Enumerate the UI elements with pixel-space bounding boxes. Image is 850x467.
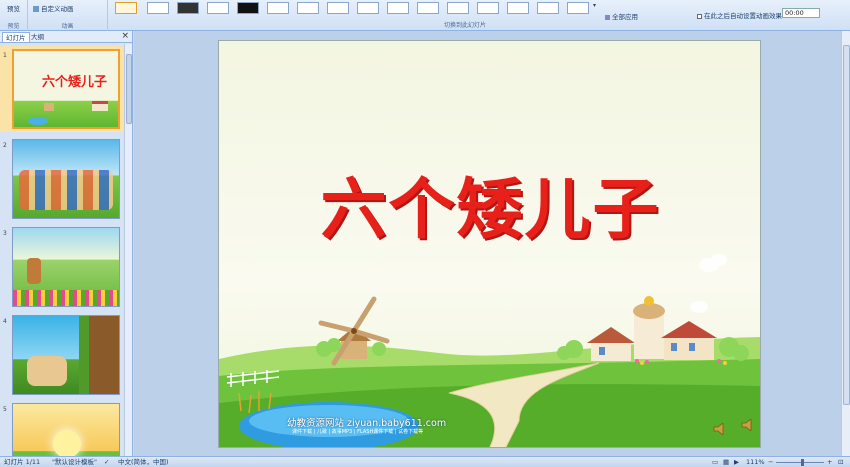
zoom-slider-thumb[interactable]	[801, 459, 804, 466]
animation-icon	[33, 6, 39, 12]
pane-scrollbar[interactable]	[124, 44, 132, 456]
flowers-illustration	[13, 290, 119, 306]
site-watermark-sub: 课件下载 | 儿歌 | 故事MP3 | FLASH课件下载 | 试卷下载等	[292, 429, 424, 435]
zoom-in-icon[interactable]: +	[827, 458, 832, 467]
custom-animation-button[interactable]: 自定义动画	[33, 3, 74, 13]
ribbon: 预览 预览 自定义动画 动画 切换到此幻灯片 ▾ 全部应用 在此之后自动设置动画…	[0, 0, 850, 31]
slide-number: 4	[3, 318, 7, 325]
pond-illustration	[28, 117, 48, 125]
transition-gallery	[110, 0, 590, 18]
transition-push[interactable]	[447, 2, 469, 14]
slide-thumbnail-4[interactable]: 4	[0, 312, 124, 398]
thumb-title: 六个矮儿子	[42, 75, 108, 90]
slide-title[interactable]: 六个矮儿子	[219, 156, 760, 252]
spellcheck-icon[interactable]: ✓	[104, 458, 109, 467]
transition-random[interactable]	[567, 2, 589, 14]
group-label-transition: 切换到此幻灯片	[443, 22, 486, 29]
editor-scroll-thumb[interactable]	[843, 45, 850, 405]
ribbon-group-animation: 自定义动画 动画	[28, 0, 108, 31]
transition-dissolve[interactable]	[267, 2, 289, 14]
slide-number: 1	[3, 52, 7, 59]
slide-thumbnail-1[interactable]: 1 六个矮儿子	[0, 46, 124, 132]
status-slide-position: 幻灯片 1/11	[4, 458, 41, 466]
characters-illustration	[19, 170, 113, 210]
pane-scroll-thumb[interactable]	[126, 54, 132, 124]
slide-editor: 六个矮儿子 幼教资源网站 ziyuan.baby611.com 课件下载 | 儿…	[134, 31, 850, 456]
transition-none[interactable]	[115, 2, 137, 14]
gallery-more-button[interactable]: ▾	[593, 2, 596, 9]
view-normal-icon[interactable]: ▭	[712, 458, 718, 467]
transition-cover[interactable]	[477, 2, 499, 14]
speaker-icon[interactable]	[713, 422, 727, 436]
slide-4-preview	[12, 315, 120, 395]
ribbon-group-preview: 预览 预览	[0, 0, 28, 31]
slide-thumbnail-list: 1 六个矮儿子 2 3 4 5	[0, 44, 124, 456]
tab-outline[interactable]: 大纲	[28, 32, 47, 42]
slide-3-preview	[12, 227, 120, 307]
slide-1-preview: 六个矮儿子	[12, 49, 120, 129]
auto-time-field[interactable]: 00:00	[782, 8, 820, 18]
slide-5-preview	[12, 403, 120, 456]
transition-checker[interactable]	[537, 2, 559, 14]
slide-thumbnail-5[interactable]: 5	[0, 400, 124, 456]
transition-wipe-up[interactable]	[387, 2, 409, 14]
current-slide[interactable]: 六个矮儿子 幼教资源网站 ziyuan.baby611.com 课件下载 | 儿…	[218, 40, 761, 448]
slide-2-preview	[12, 139, 120, 219]
status-theme: "默认设计模板"	[52, 458, 97, 466]
house-illustration	[92, 101, 108, 111]
slide-thumbnail-2[interactable]: 2	[0, 136, 124, 222]
group-label-preview: 预览	[7, 23, 20, 30]
status-language: 中文(简体，中国)	[118, 458, 169, 466]
apply-all-label: 全部应用	[612, 13, 638, 21]
transition-wipe-left[interactable]	[327, 2, 349, 14]
tree-illustration	[79, 316, 119, 394]
auto-after-checkbox[interactable]: 在此之后自动设置动画效果:	[697, 10, 784, 20]
transition-strips[interactable]	[507, 2, 529, 14]
slide-number: 2	[3, 142, 7, 149]
child-illustration	[27, 258, 41, 284]
apply-all-button[interactable]: 全部应用	[605, 11, 638, 21]
transition-cut-black[interactable]	[237, 2, 259, 14]
zoom-slider[interactable]	[776, 462, 824, 463]
slide-pane: 幻灯片 大纲 × 1 六个矮儿子 2 3 4 5	[0, 31, 133, 456]
transition-cut[interactable]	[207, 2, 229, 14]
view-sorter-icon[interactable]: ▦	[723, 458, 729, 467]
editor-scrollbar[interactable]	[841, 31, 850, 456]
view-slideshow-icon[interactable]: ▶	[734, 458, 739, 467]
speaker-icon-2[interactable]	[741, 418, 755, 432]
fit-window-icon[interactable]: ⊡	[838, 458, 843, 467]
close-icon[interactable]: ×	[121, 31, 129, 42]
zoom-out-icon[interactable]: −	[768, 458, 773, 467]
slide-thumbnail-3[interactable]: 3	[0, 224, 124, 310]
custom-animation-label: 自定义动画	[41, 5, 74, 13]
transition-fade-black[interactable]	[177, 2, 199, 14]
auto-after-label: 在此之后自动设置动画效果:	[704, 12, 785, 20]
transition-split[interactable]	[417, 2, 439, 14]
slide-number: 5	[3, 406, 7, 413]
group-label-animation: 动画	[61, 23, 74, 30]
status-bar: 幻灯片 1/11 "默认设计模板" ✓ 中文(简体，中国) ▭ ▦ ▶ 111%…	[0, 456, 850, 467]
tab-slides[interactable]: 幻灯片	[2, 32, 30, 42]
apply-all-icon	[605, 14, 610, 20]
site-watermark: 幼教资源网站 ziyuan.baby611.com	[287, 418, 447, 429]
windmill-illustration	[44, 103, 54, 111]
zoom-level[interactable]: 111%	[746, 458, 765, 467]
preview-button[interactable]: 预览	[7, 3, 20, 13]
characters-illustration	[27, 356, 67, 386]
slide-number: 3	[3, 230, 7, 237]
checkbox-icon	[697, 13, 702, 19]
sun-illustration	[53, 430, 81, 456]
pane-tabs: 幻灯片 大纲 ×	[0, 31, 132, 43]
transition-wipe-down[interactable]	[297, 2, 319, 14]
transition-fade[interactable]	[147, 2, 169, 14]
transition-wipe-right[interactable]	[357, 2, 379, 14]
